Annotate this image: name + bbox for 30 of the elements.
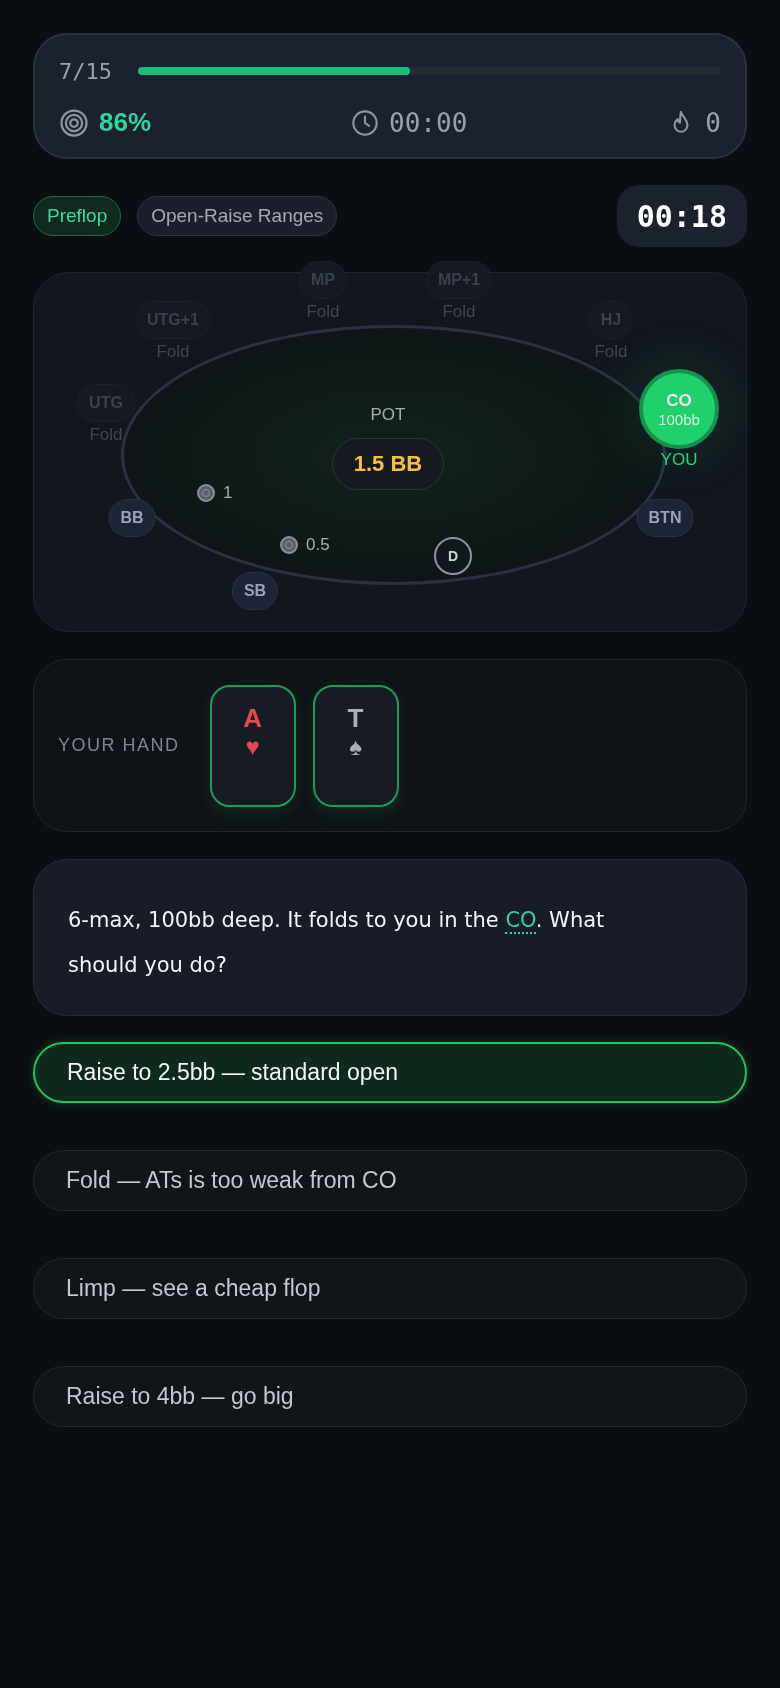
card-suit: ♥ [245, 734, 260, 759]
pot-amount: 1.5 BB [332, 438, 444, 490]
progress-count: 7/15 [59, 58, 112, 84]
question-text: 6-max, 100bb deep. It folds to you in the CO. What should you do? [68, 907, 606, 979]
tag-chip: Preflop [33, 196, 122, 236]
seat-position: BTN [636, 499, 694, 537]
countdown-timer: 00:18 [616, 185, 747, 247]
hand-label: YOUR HAND [58, 735, 180, 756]
answer-option[interactable]: Raise to 2.5bb — standard open [33, 1042, 747, 1103]
bet-amount: 1 [223, 483, 233, 503]
seat-position: BB [108, 499, 156, 537]
bet-amount: 0.5 [306, 535, 330, 555]
card-rank: A [243, 704, 262, 731]
tag-chip: Open-Raise Ranges [137, 196, 338, 236]
glossary-term[interactable]: CO [505, 908, 536, 934]
answer-option[interactable]: Limp — see a cheap flop [33, 1258, 747, 1319]
answer-option[interactable]: Fold — ATs is too weak from CO [33, 1150, 747, 1211]
you-label: YOU [660, 450, 698, 470]
seat-position: SB [231, 572, 279, 610]
accuracy-value: 86% [99, 107, 152, 138]
card-suit: ♠ [349, 734, 362, 759]
card-rank: T [347, 704, 364, 731]
target-icon [59, 107, 89, 138]
pot-label: POT [370, 405, 406, 425]
clock-icon [351, 108, 380, 137]
elapsed-time: 00:00 [389, 107, 468, 138]
stack-size: 100bb [658, 410, 700, 428]
answer-option[interactable]: Raise to 4bb — go big [33, 1366, 747, 1427]
streak-count: 0 [705, 107, 721, 138]
seat-position: CO [666, 390, 692, 411]
